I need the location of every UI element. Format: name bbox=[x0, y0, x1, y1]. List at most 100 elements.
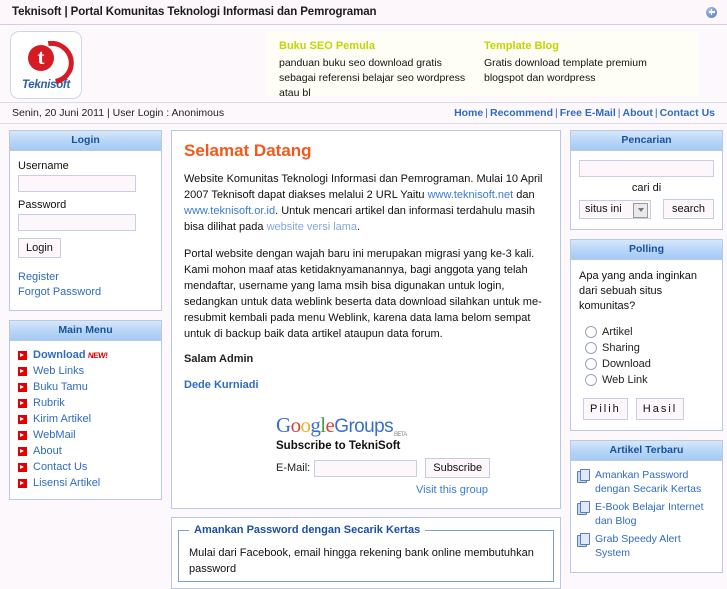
new-badge: NEW! bbox=[86, 350, 108, 360]
register-link[interactable]: Register bbox=[18, 270, 153, 285]
subscribe-row: E-Mail: Subscribe bbox=[276, 458, 548, 478]
poll-buttons: Pilih Hasil bbox=[583, 398, 714, 420]
list-item[interactable]: Amankan Password dengan Secarik Kertas bbox=[577, 468, 716, 496]
link-teknisoft-net[interactable]: www.teknisoft.net bbox=[428, 189, 514, 201]
ad-body: Gratis download template premium blogspo… bbox=[484, 57, 647, 84]
ad-title[interactable]: Buku SEO Pemula bbox=[279, 40, 476, 52]
nav-link-recommend[interactable]: Recommend bbox=[490, 107, 553, 119]
password-input[interactable] bbox=[18, 214, 136, 231]
login-button[interactable]: Login bbox=[18, 238, 61, 258]
arrow-square-icon bbox=[18, 430, 27, 440]
nav-separator: | bbox=[654, 107, 658, 119]
page-root: t Teknisoft Buku SEO Pemula panduan buku… bbox=[0, 25, 727, 589]
columns-container: Login Username Password Login Register F… bbox=[0, 124, 727, 589]
radio-icon[interactable] bbox=[585, 374, 597, 386]
password-label: Password bbox=[18, 199, 67, 211]
poll-option-artikel[interactable]: Artikel bbox=[585, 326, 714, 338]
visit-group-link[interactable]: Visit this group bbox=[416, 484, 548, 496]
link-website-versi-lama[interactable]: website versi lama bbox=[267, 221, 357, 233]
right-sidebar: Pencarian cari di situs ini search Polli… bbox=[570, 130, 723, 582]
poll-option-sharing[interactable]: Sharing bbox=[585, 342, 714, 354]
login-panel: Login Username Password Login Register F… bbox=[9, 130, 162, 311]
menu-item-buku-tamu[interactable]: Buku Tamu bbox=[14, 379, 155, 395]
article-link[interactable]: Amankan Password dengan Secarik Kertas bbox=[595, 468, 716, 496]
poll-option-web-link[interactable]: Web Link bbox=[585, 374, 714, 386]
arrow-square-icon bbox=[18, 398, 27, 408]
main-menu-title: Main Menu bbox=[10, 321, 161, 341]
menu-item-webmail[interactable]: WebMail bbox=[14, 427, 155, 443]
polling-panel: Polling Apa yang anda inginkan dari sebu… bbox=[570, 239, 723, 431]
nav-separator: | bbox=[617, 107, 621, 119]
list-item[interactable]: E-Book Belajar Internet dan Blog bbox=[577, 500, 716, 528]
menu-item-label[interactable]: Web Links bbox=[33, 365, 84, 377]
login-helper-links: Register Forgot Password bbox=[18, 270, 153, 300]
menu-item-contact-us[interactable]: Contact Us bbox=[14, 459, 155, 475]
site-header: t Teknisoft Buku SEO Pemula panduan buku… bbox=[0, 25, 727, 102]
arrow-square-icon bbox=[18, 382, 27, 392]
page-title: Selamat Datang bbox=[184, 141, 312, 160]
search-panel: Pencarian cari di situs ini search bbox=[570, 130, 723, 230]
search-panel-body: cari di situs ini search bbox=[571, 151, 722, 229]
latest-articles-body: Amankan Password dengan Secarik Kertas E… bbox=[571, 461, 722, 572]
menu-item-kirim-artikel[interactable]: Kirim Artikel bbox=[14, 411, 155, 427]
logo-letter: t bbox=[28, 44, 54, 71]
menu-item-label[interactable]: WebMail bbox=[33, 429, 76, 441]
poll-vote-button[interactable]: Pilih bbox=[583, 398, 628, 420]
search-scope-select[interactable]: situs ini bbox=[579, 199, 651, 219]
nav-link-free-email[interactable]: Free E-Mail bbox=[560, 107, 616, 119]
info-bar: Senin, 20 Juni 2011 | User Login : Anoni… bbox=[0, 102, 727, 124]
chevron-down-icon[interactable] bbox=[633, 202, 648, 218]
pages-icon bbox=[577, 469, 590, 483]
article-link[interactable]: Grab Speedy Alert System bbox=[595, 532, 716, 560]
menu-item-web-links[interactable]: Web Links bbox=[14, 363, 155, 379]
link-teknisoft-or-id[interactable]: www.teknisoft.or.id bbox=[184, 205, 275, 217]
nav-link-contact-us[interactable]: Contact Us bbox=[660, 107, 715, 119]
menu-item-label[interactable]: Contact Us bbox=[33, 461, 87, 473]
ad-body: panduan buku seo download gratis sebagai… bbox=[279, 57, 466, 99]
top-navigation: Home | Recommend | Free E-Mail | About | Contact… bbox=[454, 107, 715, 119]
list-item[interactable]: Grab Speedy Alert System bbox=[577, 532, 716, 560]
search-input[interactable] bbox=[579, 160, 714, 177]
close-round-icon[interactable] bbox=[706, 6, 717, 18]
poll-results-button[interactable]: Hasil bbox=[635, 398, 685, 420]
migration-paragraph: Portal website dengan wajah baru ini mer… bbox=[184, 248, 542, 340]
latest-articles-panel: Artikel Terbaru Amankan Password dengan … bbox=[570, 440, 723, 573]
date-user-status: Senin, 20 Juni 2011 | User Login : Anoni… bbox=[12, 107, 225, 119]
menu-item-label[interactable]: About bbox=[33, 445, 62, 457]
menu-item-rubrik[interactable]: Rubrik bbox=[14, 395, 155, 411]
search-button[interactable]: search bbox=[662, 199, 714, 219]
nav-link-home[interactable]: Home bbox=[454, 107, 483, 119]
menu-item-label[interactable]: Kirim Artikel bbox=[33, 413, 91, 425]
ad-title[interactable]: Template Blog bbox=[484, 40, 681, 52]
article-title[interactable]: Amankan Password dengan Secarik Kertas bbox=[189, 524, 425, 536]
menu-item-label[interactable]: Rubrik bbox=[33, 397, 65, 409]
article-fieldset: Amankan Password dengan Secarik Kertas M… bbox=[178, 524, 554, 582]
radio-icon[interactable] bbox=[585, 342, 597, 354]
menu-item-about[interactable]: About bbox=[14, 443, 155, 459]
poll-option-label: Artikel bbox=[602, 326, 633, 338]
site-logo[interactable]: t Teknisoft bbox=[10, 31, 83, 99]
ad-slot[interactable]: Template Blog Gratis download template p… bbox=[484, 40, 689, 88]
arrow-square-icon bbox=[18, 478, 27, 488]
ad-slot[interactable]: Buku SEO Pemula panduan buku seo downloa… bbox=[279, 40, 484, 99]
menu-item-label[interactable]: Download bbox=[33, 349, 86, 361]
menu-item-label[interactable]: Lisensi Artikel bbox=[33, 477, 100, 489]
forgot-password-link[interactable]: Forgot Password bbox=[18, 285, 153, 300]
menu-item-lisensi-artikel[interactable]: Lisensi Artikel bbox=[14, 475, 155, 491]
radio-icon[interactable] bbox=[585, 326, 597, 338]
radio-icon[interactable] bbox=[585, 358, 597, 370]
menu-item-download[interactable]: Download NEW! bbox=[14, 347, 155, 363]
nav-link-about[interactable]: About bbox=[623, 107, 653, 119]
menu-item-label[interactable]: Buku Tamu bbox=[33, 381, 88, 393]
subscribe-button[interactable]: Subscribe bbox=[425, 458, 491, 478]
nav-separator: | bbox=[555, 107, 558, 119]
email-input[interactable] bbox=[314, 459, 418, 477]
login-panel-body: Username Password Login Register Forgot … bbox=[10, 151, 161, 310]
article-link[interactable]: E-Book Belajar Internet dan Blog bbox=[595, 500, 716, 528]
latest-article-box: Amankan Password dengan Secarik Kertas M… bbox=[171, 517, 561, 589]
username-input[interactable] bbox=[18, 175, 136, 192]
signature-name: Dede Kurniadi bbox=[184, 379, 259, 391]
poll-option-label: Web Link bbox=[602, 374, 648, 386]
poll-option-download[interactable]: Download bbox=[585, 358, 714, 370]
email-label: E-Mail: bbox=[276, 462, 311, 474]
